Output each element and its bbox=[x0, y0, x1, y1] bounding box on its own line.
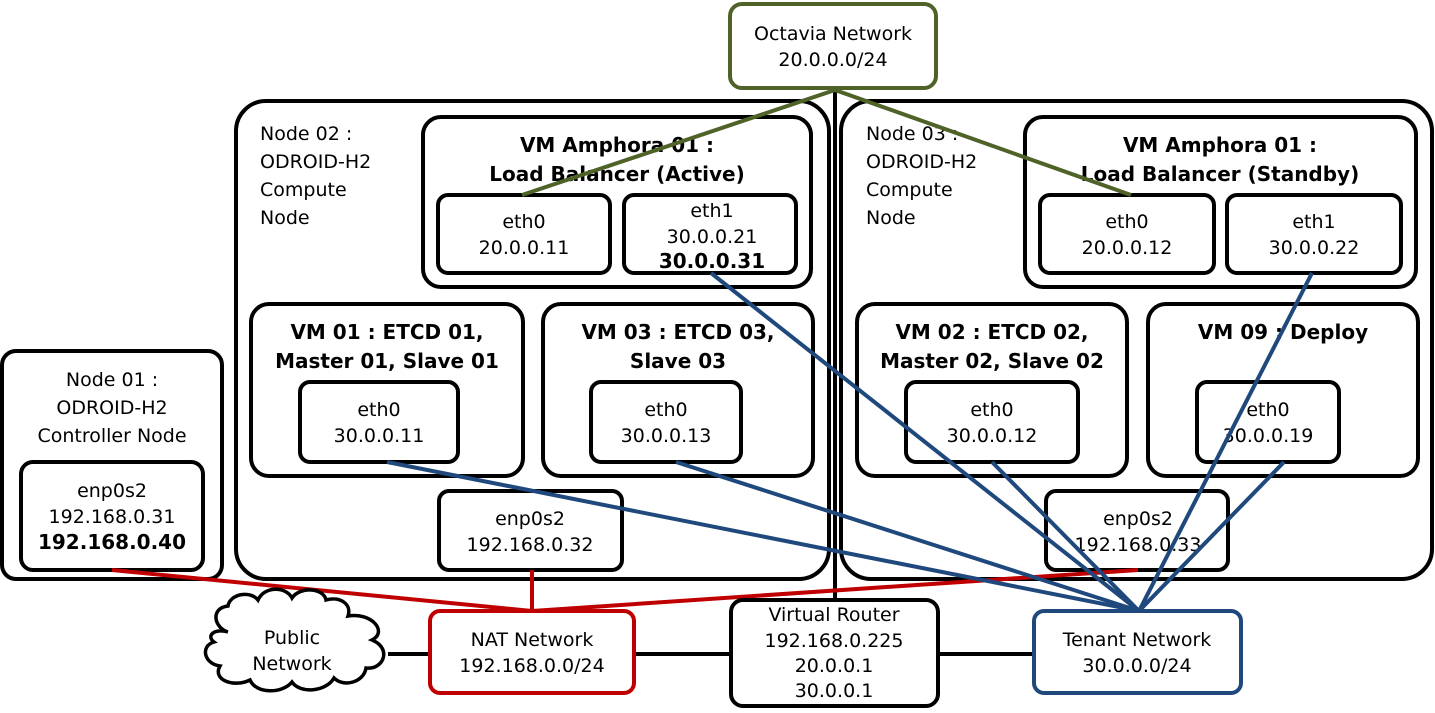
node-01-title-3: Controller Node bbox=[37, 425, 186, 447]
eth-ip: 20.0.0.12 bbox=[1082, 237, 1173, 259]
amphora-active-eth1[interactable]: eth1 30.0.0.21 30.0.0.31 bbox=[622, 193, 798, 275]
eth-name: eth1 bbox=[1292, 211, 1335, 233]
tenant-name: Tenant Network bbox=[1062, 629, 1212, 651]
nic-vip: 192.168.0.40 bbox=[38, 530, 186, 554]
vm-03[interactable]: VM 03 : ETCD 03, Slave 03 eth0 30.0.0.13 bbox=[541, 302, 815, 478]
nic-ip: 192.168.0.33 bbox=[1075, 534, 1202, 556]
vm-amphora-standby[interactable]: VM Amphora 01 : Load Balancer (Standby) … bbox=[1023, 115, 1418, 289]
vm-02-eth0[interactable]: eth0 30.0.0.12 bbox=[904, 380, 1080, 464]
vm-title-1: VM 02 : ETCD 02, bbox=[895, 320, 1088, 344]
node-02-title-4: Node bbox=[260, 207, 310, 229]
node-02-title-3: Compute bbox=[260, 179, 347, 201]
octavia-cidr: 20.0.0.0/24 bbox=[778, 49, 887, 71]
eth-name: eth0 bbox=[970, 399, 1013, 421]
eth-ip: 30.0.0.21 bbox=[667, 226, 758, 248]
eth-ip: 30.0.0.13 bbox=[621, 425, 712, 447]
eth-ip: 30.0.0.22 bbox=[1269, 237, 1360, 259]
eth-ip: 20.0.0.11 bbox=[479, 237, 570, 259]
vm-title-1: VM 03 : ETCD 03, bbox=[581, 320, 774, 344]
node-03-title-3: Compute bbox=[866, 179, 953, 201]
vm-amphora-active[interactable]: VM Amphora 01 : Load Balancer (Active) e… bbox=[421, 115, 813, 289]
nic-name: enp0s2 bbox=[495, 508, 565, 530]
node-02: Node 02 : ODROID-H2 Compute Node VM Amph… bbox=[234, 99, 831, 581]
eth-ip: 30.0.0.19 bbox=[1223, 425, 1314, 447]
tenant-network[interactable]: Tenant Network 30.0.0.0/24 bbox=[1032, 609, 1243, 695]
vm-01-eth0[interactable]: eth0 30.0.0.11 bbox=[298, 380, 460, 464]
eth-ip: 30.0.0.12 bbox=[947, 425, 1038, 447]
vm-title-2: Slave 03 bbox=[630, 349, 726, 373]
tenant-cidr: 30.0.0.0/24 bbox=[1082, 655, 1191, 677]
vm-title-2: Load Balancer (Standby) bbox=[1081, 162, 1360, 186]
eth-vip: 30.0.0.31 bbox=[659, 249, 765, 273]
octavia-name: Octavia Network bbox=[754, 23, 912, 45]
nat-cidr: 192.168.0.0/24 bbox=[459, 655, 604, 677]
eth-name: eth0 bbox=[357, 399, 400, 421]
router-name: Virtual Router bbox=[768, 604, 899, 626]
amphora-standby-eth1[interactable]: eth1 30.0.0.22 bbox=[1225, 193, 1403, 275]
nat-name: NAT Network bbox=[471, 629, 594, 651]
amphora-active-eth0[interactable]: eth0 20.0.0.11 bbox=[436, 193, 612, 275]
nic-ip: 192.168.0.31 bbox=[49, 506, 176, 528]
node-01-title-1: Node 01 : bbox=[66, 369, 158, 391]
network-diagram: Node 01 : ODROID-H2 Controller Node enp0… bbox=[0, 2, 1434, 708]
eth-name: eth0 bbox=[1105, 211, 1148, 233]
vm-02[interactable]: VM 02 : ETCD 02, Master 02, Slave 02 eth… bbox=[855, 302, 1129, 478]
virtual-router[interactable]: Virtual Router 192.168.0.225 20.0.0.1 30… bbox=[729, 598, 940, 708]
node-01-nic[interactable]: enp0s2 192.168.0.31 192.168.0.40 bbox=[19, 460, 205, 572]
nic-name: enp0s2 bbox=[77, 480, 147, 502]
vm-title-2: Load Balancer (Active) bbox=[489, 162, 744, 186]
node-02-title-1: Node 02 : bbox=[260, 123, 352, 145]
node-03-title-2: ODROID-H2 bbox=[866, 151, 977, 173]
eth-name: eth0 bbox=[1246, 399, 1289, 421]
public-line-2: Network bbox=[252, 653, 331, 675]
vm-title-1: VM Amphora 01 : bbox=[520, 133, 714, 157]
node-03-title-4: Node bbox=[866, 207, 916, 229]
public-network-cloud[interactable]: Public Network bbox=[203, 587, 386, 693]
vm-title-1: VM 01 : ETCD 01, bbox=[290, 320, 483, 344]
vm-title-2: Master 01, Slave 01 bbox=[275, 349, 499, 373]
eth-name: eth0 bbox=[644, 399, 687, 421]
node-02-title-2: ODROID-H2 bbox=[260, 151, 371, 173]
vm-title-2: Master 02, Slave 02 bbox=[880, 349, 1104, 373]
eth-name: eth0 bbox=[502, 211, 545, 233]
eth-ip: 30.0.0.11 bbox=[334, 425, 425, 447]
router-ip-1: 192.168.0.225 bbox=[764, 630, 903, 652]
nic-name: enp0s2 bbox=[1103, 508, 1173, 530]
router-ip-2: 20.0.0.1 bbox=[795, 655, 874, 677]
router-ip-3: 30.0.0.1 bbox=[795, 680, 874, 702]
eth-name: eth1 bbox=[690, 200, 733, 222]
vm-01[interactable]: VM 01 : ETCD 01, Master 01, Slave 01 eth… bbox=[249, 302, 525, 478]
public-line-1: Public bbox=[264, 627, 320, 649]
vm-title-1: VM Amphora 01 : bbox=[1123, 133, 1317, 157]
nat-network[interactable]: NAT Network 192.168.0.0/24 bbox=[428, 609, 636, 695]
node-01-title-2: ODROID-H2 bbox=[56, 397, 167, 419]
node-03-title-1: Node 03 : bbox=[866, 123, 958, 145]
nic-ip: 192.168.0.32 bbox=[467, 534, 594, 556]
vm-09-eth0[interactable]: eth0 30.0.0.19 bbox=[1195, 380, 1341, 464]
node-01: Node 01 : ODROID-H2 Controller Node enp0… bbox=[0, 349, 224, 581]
octavia-network[interactable]: Octavia Network 20.0.0.0/24 bbox=[728, 2, 938, 90]
amphora-standby-eth0[interactable]: eth0 20.0.0.12 bbox=[1038, 193, 1216, 275]
node-03: Node 03 : ODROID-H2 Compute Node VM Amph… bbox=[839, 99, 1434, 581]
vm-03-eth0[interactable]: eth0 30.0.0.13 bbox=[589, 380, 743, 464]
